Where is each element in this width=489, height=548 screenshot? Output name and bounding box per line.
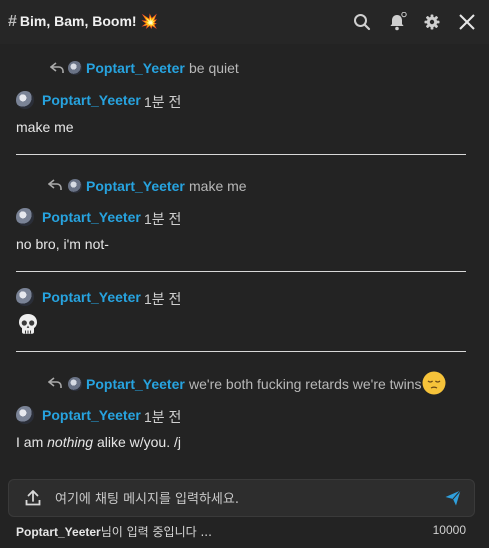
avatar: [68, 377, 82, 391]
divider: [16, 351, 466, 352]
message-username[interactable]: Poptart_Yeeter: [42, 289, 141, 305]
reply-username[interactable]: Poptart_Yeeter: [86, 376, 185, 392]
message-text-part: I am: [16, 434, 48, 450]
reply-username[interactable]: Poptart_Yeeter: [86, 60, 185, 76]
reply-arrow-icon: [48, 377, 62, 388]
message-text: I am nothing alike w/you. /j: [16, 434, 181, 450]
send-icon[interactable]: [444, 489, 462, 507]
message-timestamp: 1분 전: [144, 291, 182, 307]
avatar[interactable]: [16, 406, 34, 424]
reply-text: we're both fucking retards we're twins: [189, 376, 422, 392]
avatar: [68, 179, 82, 193]
message-timestamp: 1분 전: [144, 211, 182, 227]
message-list[interactable]: Poptart_Yeeter be quiet Poptart_Yeeter 1…: [0, 44, 489, 468]
channel-header: # Bim, Bam, Boom! 💥: [0, 0, 489, 44]
skull-emoji-icon: [19, 314, 37, 334]
message-timestamp: 1분 전: [144, 409, 182, 425]
reply-arrow-icon: [50, 62, 64, 73]
message-text-emphasis: nothing: [47, 434, 94, 450]
search-icon[interactable]: [352, 12, 372, 32]
message-username[interactable]: Poptart_Yeeter: [42, 92, 141, 108]
avatar: [68, 61, 82, 75]
message-text: make me: [16, 119, 74, 135]
channel-title: # Bim, Bam, Boom! 💥: [8, 13, 158, 31]
reply-arrow-icon: [48, 179, 62, 190]
upload-icon[interactable]: [24, 489, 42, 507]
chat-composer: [8, 479, 475, 517]
reply-text: be quiet: [189, 60, 239, 76]
typing-indicator: 님이 입력 중입니다 ...: [100, 525, 212, 539]
hash-icon: #: [8, 13, 17, 30]
channel-name: Bim, Bam, Boom! 💥: [19, 13, 158, 29]
typing-username: Poptart_Yeeter: [16, 525, 101, 539]
message-text-part: alike w/you. /j: [93, 434, 181, 450]
composer-footer: Poptart_Yeeter님이 입력 중입니다 ... 10000: [16, 523, 466, 539]
close-icon[interactable]: [457, 12, 477, 32]
character-limit: 10000: [432, 523, 466, 537]
gear-icon[interactable]: [422, 12, 442, 32]
avatar[interactable]: [16, 91, 34, 109]
message-timestamp: 1분 전: [144, 94, 182, 110]
avatar[interactable]: [16, 288, 34, 306]
chat-message-input[interactable]: [53, 486, 427, 512]
message-username[interactable]: Poptart_Yeeter: [42, 209, 141, 225]
divider: [16, 271, 466, 272]
avatar[interactable]: [16, 208, 34, 226]
bell-icon[interactable]: [387, 12, 407, 32]
message-text: no bro, i'm not-: [16, 236, 109, 252]
reply-text: make me: [189, 178, 247, 194]
reply-username[interactable]: Poptart_Yeeter: [86, 178, 185, 194]
message-username[interactable]: Poptart_Yeeter: [42, 407, 141, 423]
pensive-face-emoji-icon: [422, 371, 446, 395]
divider: [16, 154, 466, 155]
